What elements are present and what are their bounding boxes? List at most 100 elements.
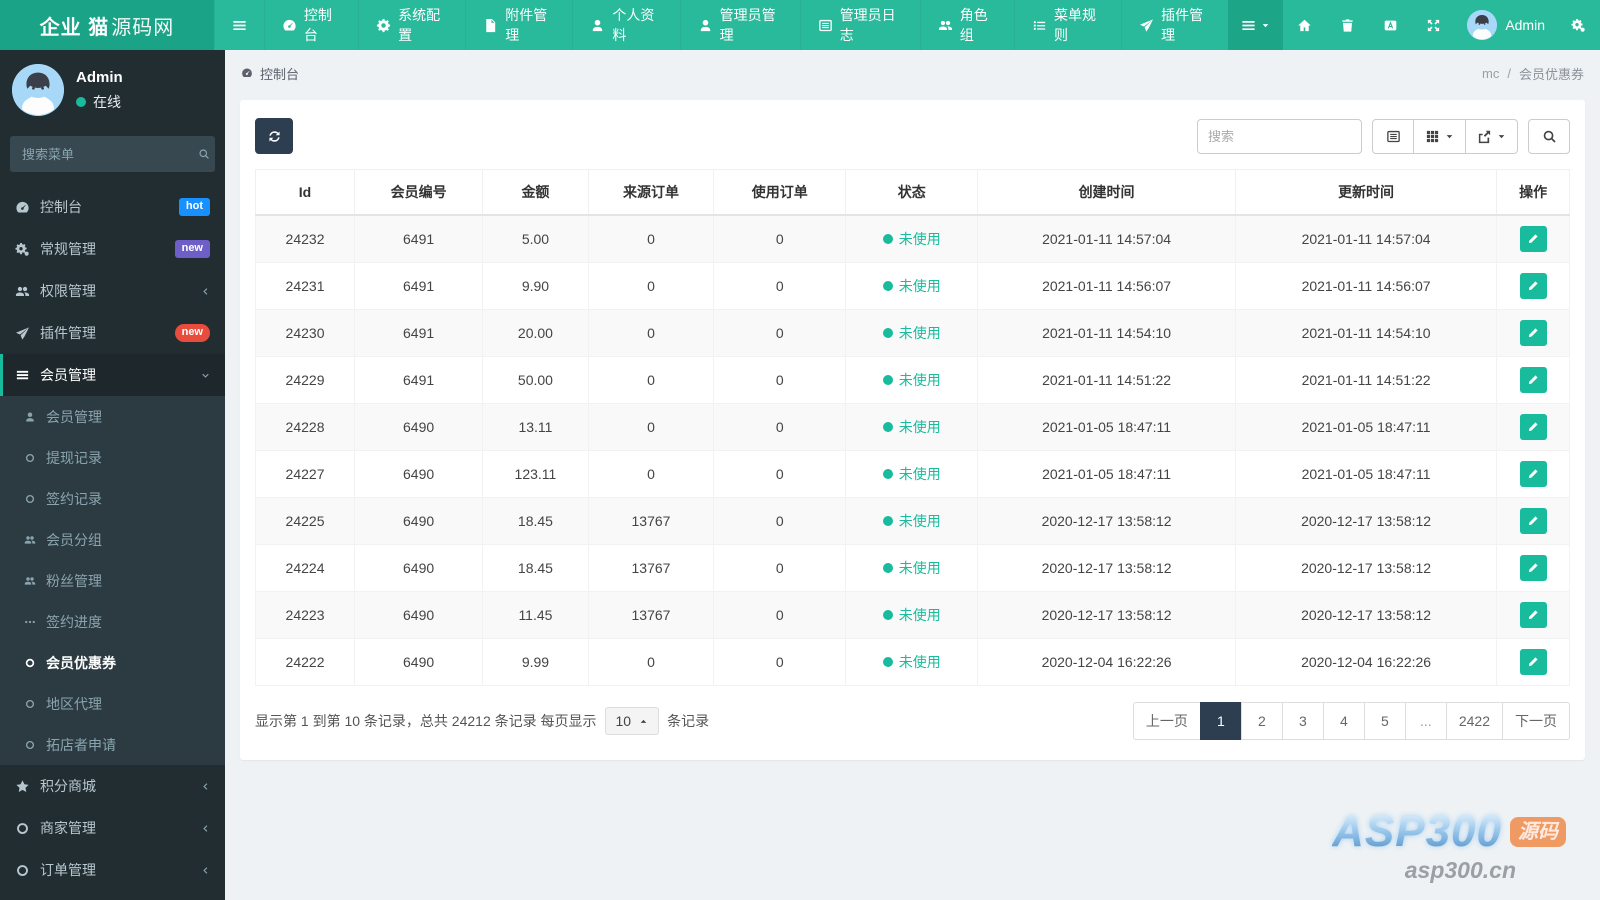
nav-item-plugin-manage[interactable]: 插件管理: [1121, 0, 1228, 50]
pencil-icon: [1527, 656, 1539, 668]
search-toggle-button[interactable]: [1528, 118, 1570, 154]
submenu-item-member-manage[interactable]: 会员管理: [0, 396, 225, 437]
sidebar-item-general[interactable]: 常规管理 new: [0, 228, 225, 270]
submenu-item-shop-apply[interactable]: 拓店者申请: [0, 724, 225, 765]
page-button-1[interactable]: 1: [1199, 702, 1242, 740]
nav-item-attachments[interactable]: 附件管理: [465, 0, 572, 50]
edit-button[interactable]: [1519, 320, 1547, 346]
nav-item-profile[interactable]: 个人资料: [572, 0, 679, 50]
settings-button[interactable]: [1557, 0, 1600, 50]
table-search-input[interactable]: [1197, 118, 1362, 154]
sidebar-item-order-manage[interactable]: 订单管理: [0, 849, 225, 891]
user-icon: [590, 18, 605, 33]
cell-created: 2021-01-11 14:54:10: [977, 309, 1236, 357]
nav-item-system-config[interactable]: 系统配置: [358, 0, 465, 50]
sidebar-toggle-button[interactable]: [213, 0, 264, 50]
nav-menu-dropdown[interactable]: [1228, 0, 1284, 50]
table-row[interactable]: 24230 6491 20.00 0 0 未使用 2021-01-11 14:5…: [254, 309, 1570, 357]
submenu-item-member-group[interactable]: 会员分组: [0, 519, 225, 560]
edit-button[interactable]: [1519, 508, 1547, 534]
page-button-4[interactable]: 4: [1322, 702, 1365, 740]
circle-o-icon: [24, 493, 36, 505]
search-icon[interactable]: [198, 148, 210, 160]
edit-button[interactable]: [1519, 226, 1547, 252]
submenu-item-fans-manage[interactable]: 粉丝管理: [0, 560, 225, 601]
language-button[interactable]: [1369, 0, 1412, 50]
home-button[interactable]: [1283, 0, 1326, 50]
edit-button[interactable]: [1519, 649, 1547, 675]
cell-member-no: 6491: [354, 356, 484, 404]
submenu-item-withdraw-log[interactable]: 提现记录: [0, 437, 225, 478]
admin-account-menu[interactable]: Admin: [1455, 10, 1557, 40]
nav-item-role-group[interactable]: 角色组: [919, 0, 1014, 50]
sidebar-search-input[interactable]: [22, 146, 198, 162]
edit-button[interactable]: [1519, 367, 1547, 393]
column-header-amount[interactable]: 金额: [482, 169, 589, 216]
table-row[interactable]: 24222 6490 9.99 0 0 未使用 2020-12-04 16:22…: [254, 638, 1570, 686]
table-row[interactable]: 24225 6490 18.45 13767 0 未使用 2020-12-17 …: [254, 497, 1570, 545]
column-header-source-order[interactable]: 来源订单: [587, 169, 715, 216]
nav-item-label: 系统配置: [398, 7, 441, 43]
page-prev-button[interactable]: 上一页: [1132, 702, 1201, 740]
page-button-2[interactable]: 2: [1240, 702, 1283, 740]
column-header-id[interactable]: Id: [254, 169, 356, 216]
cell-created: 2020-12-04 16:22:26: [977, 638, 1236, 686]
page-next-button[interactable]: 下一页: [1502, 702, 1570, 740]
refresh-button[interactable]: [255, 118, 293, 154]
page-button-last[interactable]: 2422: [1445, 702, 1503, 740]
table-row[interactable]: 24227 6490 123.11 0 0 未使用 2021-01-05 18:…: [254, 450, 1570, 498]
nav-item-menu-rules[interactable]: 菜单规则: [1014, 0, 1121, 50]
sidebar-item-members[interactable]: 会员管理: [0, 354, 225, 396]
clear-cache-button[interactable]: [1326, 0, 1369, 50]
submenu-item-sign-progress[interactable]: 签约进度: [0, 601, 225, 642]
table-row[interactable]: 24223 6490 11.45 13767 0 未使用 2020-12-17 …: [254, 591, 1570, 639]
nav-item-admin-manage[interactable]: 管理员管理: [679, 0, 800, 50]
edit-button[interactable]: [1519, 602, 1547, 628]
nav-item-dashboard[interactable]: 控制台: [263, 0, 358, 50]
sidebar-item-merchant-manage[interactable]: 商家管理: [0, 807, 225, 849]
column-header-status[interactable]: 状态: [845, 169, 979, 216]
columns-button[interactable]: [1414, 118, 1466, 154]
user-icon: [698, 18, 713, 33]
edit-button[interactable]: [1519, 273, 1547, 299]
sidebar-search-box: [10, 136, 215, 172]
cell-updated: 2021-01-11 14:54:10: [1234, 309, 1498, 357]
submenu-item-member-coupon[interactable]: 会员优惠券: [0, 642, 225, 683]
table-row[interactable]: 24232 6491 5.00 0 0 未使用 2021-01-11 14:57…: [254, 214, 1570, 263]
coupon-table: Id 会员编号 金额 来源订单 使用订单 状态 创建时间 更新时间 操作 242…: [254, 169, 1570, 686]
page-size-select[interactable]: 10: [604, 707, 660, 735]
table-row[interactable]: 24224 6490 18.45 13767 0 未使用 2020-12-17 …: [254, 544, 1570, 592]
column-header-updated[interactable]: 更新时间: [1234, 169, 1498, 216]
breadcrumb-home[interactable]: 控制台: [260, 64, 299, 83]
sidebar-user-status: 在线: [93, 93, 121, 110]
detail-view-button[interactable]: [1372, 118, 1414, 154]
column-header-created[interactable]: 创建时间: [977, 169, 1236, 216]
sidebar-item-plugins[interactable]: 插件管理 new: [0, 312, 225, 354]
sidebar-item-dashboard[interactable]: 控制台 hot: [0, 186, 225, 228]
cell-amount: 13.11: [482, 403, 589, 451]
submenu-item-label: 签约记录: [46, 490, 102, 507]
fullscreen-button[interactable]: [1412, 0, 1455, 50]
submenu-item-sign-log[interactable]: 签约记录: [0, 478, 225, 519]
table-row[interactable]: 24228 6490 13.11 0 0 未使用 2021-01-05 18:4…: [254, 403, 1570, 451]
cell-updated: 2021-01-11 14:57:04: [1234, 214, 1498, 263]
user-icon: [24, 411, 36, 423]
nav-item-admin-log[interactable]: 管理员日志: [799, 0, 920, 50]
ellipsis-icon: [24, 616, 36, 628]
pencil-icon: [1527, 421, 1539, 433]
edit-button[interactable]: [1519, 414, 1547, 440]
page-button-5[interactable]: 5: [1363, 702, 1406, 740]
table-row[interactable]: 24231 6491 9.90 0 0 未使用 2021-01-11 14:56…: [254, 262, 1570, 310]
export-button[interactable]: [1466, 118, 1518, 154]
edit-button[interactable]: [1519, 461, 1547, 487]
edit-button[interactable]: [1519, 555, 1547, 581]
column-header-member-no[interactable]: 会员编号: [354, 169, 484, 216]
column-header-use-order[interactable]: 使用订单: [713, 169, 847, 216]
sidebar-item-auth[interactable]: 权限管理: [0, 270, 225, 312]
sidebar-item-points-mall[interactable]: 积分商城: [0, 765, 225, 807]
export-icon: [1477, 129, 1492, 144]
page-button-3[interactable]: 3: [1281, 702, 1324, 740]
breadcrumb-parent[interactable]: mc: [1482, 66, 1499, 81]
table-row[interactable]: 24229 6491 50.00 0 0 未使用 2021-01-11 14:5…: [254, 356, 1570, 404]
submenu-item-area-agent[interactable]: 地区代理: [0, 683, 225, 724]
